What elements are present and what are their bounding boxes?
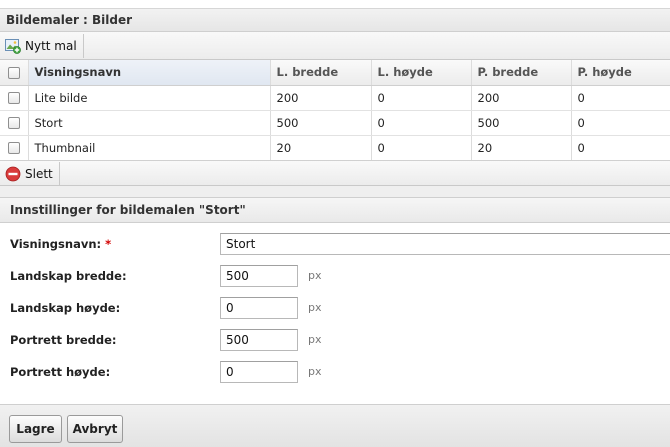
new-template-button[interactable]: Nytt mal — [0, 34, 84, 58]
section-separator — [0, 186, 670, 198]
form-footer: Lagre Avbryt — [0, 404, 670, 447]
display-name-input[interactable]: Stort — [220, 233, 670, 255]
cell-portrait-height: 0 — [571, 135, 670, 161]
delete-button[interactable]: Slett — [0, 162, 60, 186]
form-row-landscape-height: Landskap høyde: 0 px — [0, 297, 670, 319]
top-strip — [0, 0, 670, 9]
portrait-width-label: Portrett bredde: — [10, 333, 117, 347]
cell-portrait-width: 20 — [471, 135, 572, 161]
cell-landscape-width: 200 — [270, 85, 372, 111]
column-header-portrait-height[interactable]: P. høyde — [571, 60, 670, 86]
delete-icon — [5, 166, 21, 182]
row-checkbox[interactable] — [8, 92, 20, 104]
cell-display-name: Lite bilde — [28, 85, 271, 111]
cell-display-name: Stort — [28, 110, 271, 136]
row-checkbox[interactable] — [8, 117, 20, 129]
column-header-portrait-width[interactable]: P. bredde — [471, 60, 572, 86]
form-row-display-name: Visningsnavn: * Stort — [0, 233, 670, 255]
cell-portrait-width: 200 — [471, 85, 572, 111]
landscape-height-label: Landskap høyde: — [10, 301, 121, 315]
unit-label: px — [308, 365, 322, 378]
toolbar: Nytt mal — [0, 32, 670, 60]
row-select-cell — [0, 135, 29, 161]
row-checkbox[interactable] — [8, 142, 20, 154]
table-row[interactable]: Thumbnail 20 0 20 0 — [0, 135, 670, 161]
portrait-width-input[interactable]: 500 — [220, 329, 298, 351]
cell-landscape-height: 0 — [371, 85, 472, 111]
cell-portrait-height: 0 — [571, 110, 670, 136]
cell-landscape-width: 20 — [270, 135, 372, 161]
landscape-height-input[interactable]: 0 — [220, 297, 298, 319]
cell-landscape-width: 500 — [270, 110, 372, 136]
delete-label: Slett — [25, 167, 53, 181]
cell-portrait-height: 0 — [571, 85, 670, 111]
table-actions-toolbar: Slett — [0, 160, 670, 186]
unit-label: px — [308, 333, 322, 346]
templates-table: Visningsnavn L. bredde L. høyde P. bredd… — [0, 60, 670, 161]
table-header-row: Visningsnavn L. bredde L. høyde P. bredd… — [0, 60, 670, 86]
display-name-label-text: Visningsnavn: — [10, 237, 102, 251]
form-row-portrait-height: Portrett høyde: 0 px — [0, 361, 670, 383]
row-select-cell — [0, 110, 29, 136]
column-header-display-name[interactable]: Visningsnavn — [28, 60, 271, 86]
select-all-checkbox[interactable] — [8, 66, 20, 79]
table-row[interactable]: Stort 500 0 500 0 — [0, 110, 670, 136]
column-header-landscape-width[interactable]: L. bredde — [270, 60, 372, 86]
portrait-height-label: Portrett høyde: — [10, 365, 111, 379]
cell-landscape-height: 0 — [371, 135, 472, 161]
row-select-cell — [0, 85, 29, 111]
landscape-width-input[interactable]: 500 — [220, 265, 298, 287]
unit-label: px — [308, 301, 322, 314]
column-header-landscape-height[interactable]: L. høyde — [371, 60, 472, 86]
form-row-landscape-width: Landskap bredde: 500 px — [0, 265, 670, 287]
required-mark: * — [105, 237, 112, 251]
cell-display-name: Thumbnail — [28, 135, 271, 161]
settings-section-title: Innstillinger for bildemalen "Stort" — [0, 198, 670, 223]
cancel-button[interactable]: Avbryt — [67, 415, 123, 443]
image-add-icon — [5, 38, 21, 54]
save-button[interactable]: Lagre — [9, 415, 62, 443]
panel-title: Bildemaler : Bilder — [0, 9, 670, 32]
form-row-portrait-width: Portrett bredde: 500 px — [0, 329, 670, 351]
cell-landscape-height: 0 — [371, 110, 472, 136]
new-template-label: Nytt mal — [25, 39, 77, 53]
unit-label: px — [308, 269, 322, 282]
portrait-height-input[interactable]: 0 — [220, 361, 298, 383]
cell-portrait-width: 500 — [471, 110, 572, 136]
display-name-label: Visningsnavn: * — [10, 233, 111, 255]
landscape-width-label: Landskap bredde: — [10, 269, 127, 283]
settings-form: Visningsnavn: * Stort Landskap bredde: 5… — [0, 224, 670, 404]
select-all-cell — [0, 60, 29, 86]
table-row[interactable]: Lite bilde 200 0 200 0 — [0, 85, 670, 111]
